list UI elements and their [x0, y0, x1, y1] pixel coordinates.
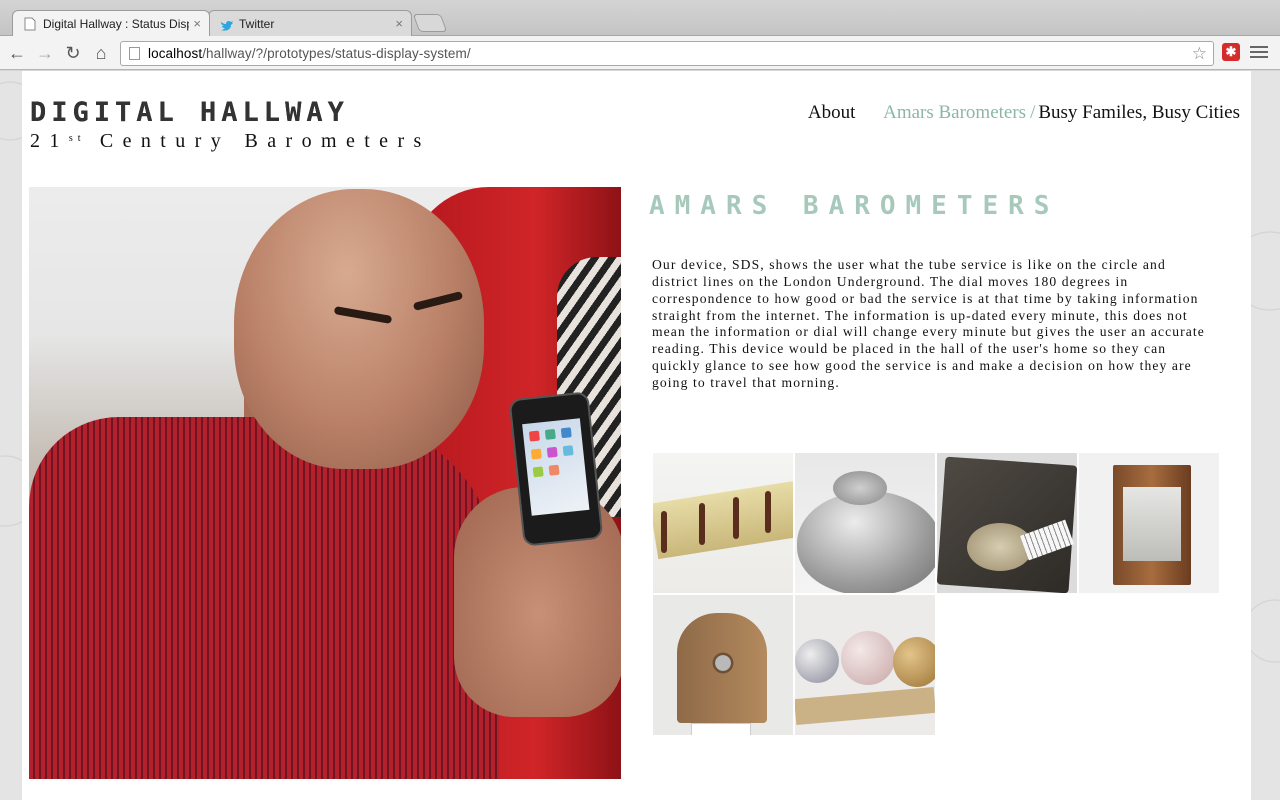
nav-link-amars-barometers[interactable]: Amars Barometers	[883, 102, 1026, 124]
page-icon	[24, 17, 36, 31]
tab-title: Twitter	[239, 17, 275, 31]
hero-photo	[29, 187, 621, 779]
page-content: DIGITAL HALLWAY 21st Century Barometers …	[22, 71, 1251, 800]
nav-link-busy-families[interactable]: Busy Familes, Busy Cities	[1038, 102, 1240, 124]
logo-subtitle: 21st Century Barometers	[30, 130, 431, 152]
twitter-bird-icon	[220, 20, 233, 31]
nav-link-about[interactable]: About	[808, 102, 856, 124]
thumbnail-glass-cabinet[interactable]	[1079, 453, 1219, 593]
main-nav: About Amars Barometers / Busy Familes, Bus…	[808, 102, 1240, 124]
page-icon	[129, 47, 140, 60]
browser-toolbar: ← → ↻ ⌂ localhost/hallway/?/prototypes/s…	[0, 36, 1280, 70]
address-bar[interactable]: localhost/hallway/?/prototypes/status-di…	[120, 41, 1214, 66]
thumbnail-sun-panel[interactable]	[653, 595, 793, 735]
url-text: localhost/hallway/?/prototypes/status-di…	[148, 46, 471, 61]
tab-digital-hallway[interactable]: Digital Hallway : Status Displ ×	[12, 10, 210, 36]
close-icon[interactable]: ×	[395, 11, 403, 36]
forward-arrow-icon[interactable]: →	[34, 42, 56, 64]
thumbnail-wooden-box[interactable]	[937, 453, 1077, 593]
red-extension-icon[interactable]: ✱	[1222, 43, 1240, 61]
tab-title: Digital Hallway : Status Displ	[43, 17, 189, 31]
site-logo[interactable]: DIGITAL HALLWAY 21st Century Barometers	[30, 98, 431, 154]
back-arrow-icon[interactable]: ←	[6, 42, 28, 64]
new-tab-button[interactable]	[412, 14, 448, 32]
logo-title: DIGITAL HALLWAY	[30, 97, 349, 128]
home-icon[interactable]: ⌂	[90, 42, 112, 64]
thumbnail-wooden-rack[interactable]	[653, 453, 793, 593]
article-title: AMARS BAROMETERS	[649, 191, 1060, 221]
article-description: Our device, SDS, shows the user what the…	[652, 257, 1205, 390]
thumbnail-metal-dome[interactable]	[795, 453, 935, 593]
browser-tabstrip: Digital Hallway : Status Displ × Twitter…	[0, 0, 1280, 36]
page-viewport: DIGITAL HALLWAY 21st Century Barometers …	[0, 71, 1280, 800]
wrench-menu-icon[interactable]	[1250, 44, 1268, 60]
close-icon[interactable]: ×	[193, 11, 201, 36]
thumbnail-spheres[interactable]	[795, 595, 935, 735]
star-icon[interactable]: ☆	[1192, 42, 1207, 65]
reload-icon[interactable]: ↻	[62, 42, 84, 64]
nav-separator: /	[1030, 102, 1036, 123]
tab-twitter[interactable]: Twitter ×	[208, 10, 412, 36]
